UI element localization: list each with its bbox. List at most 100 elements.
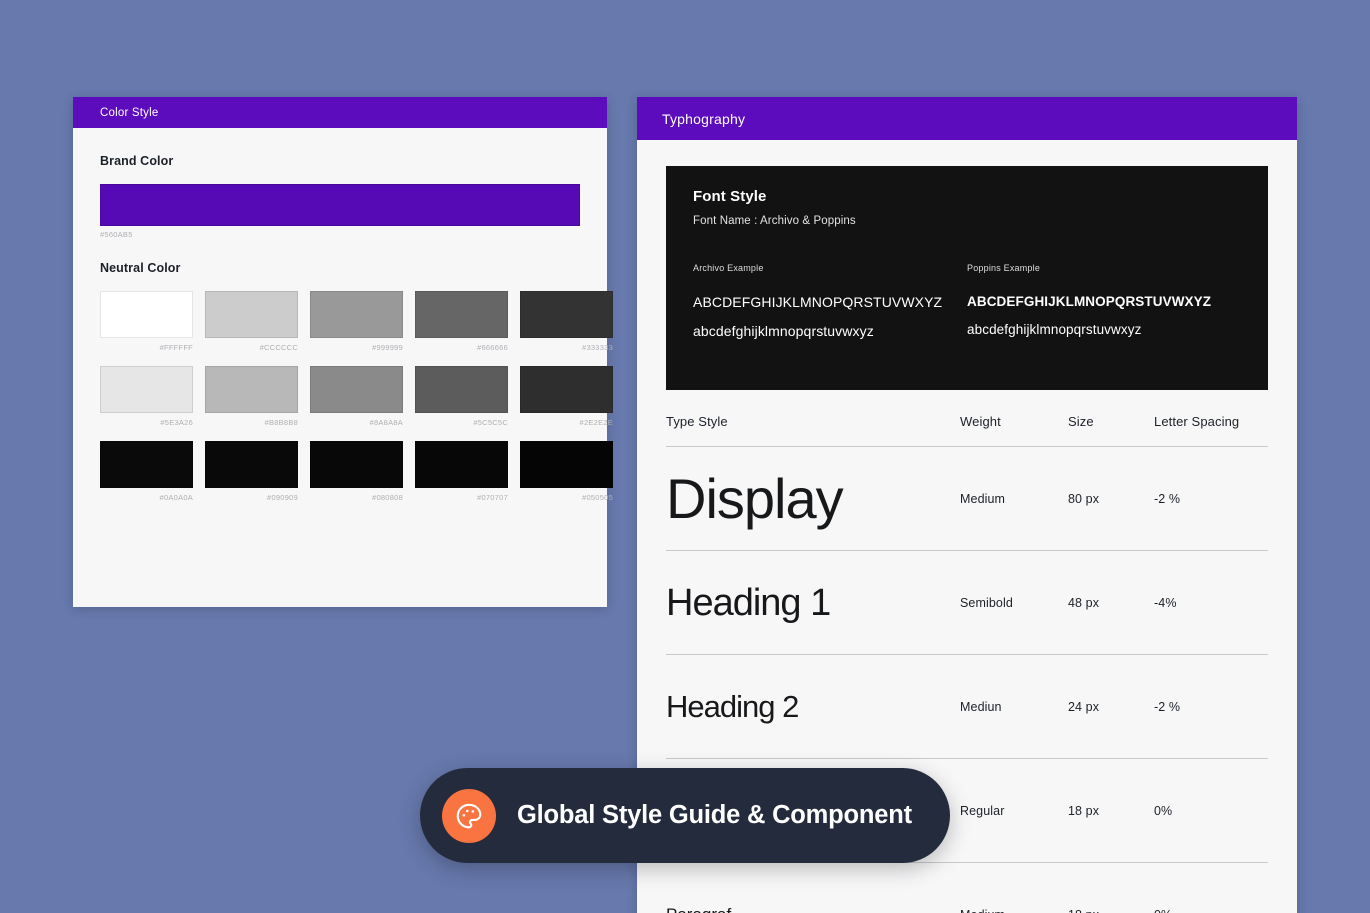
color-swatch-cell[interactable]: #0A0A0A xyxy=(100,441,193,502)
color-swatch-cell[interactable]: #666666 xyxy=(415,291,508,352)
color-swatch-hex-label: #999999 xyxy=(372,343,403,352)
font-style-card-title: Font Style xyxy=(693,188,767,205)
font-example-lowercase: abcdefghijklmnopqrstuvwxyz xyxy=(693,323,874,339)
font-example-column-poppins: Poppins Example ABCDEFGHIJKLMNOPQRSTUVWX… xyxy=(967,263,1241,339)
type-style-size: 18 px xyxy=(1068,908,1154,913)
color-swatch[interactable] xyxy=(520,291,613,338)
type-style-size: 48 px xyxy=(1068,595,1100,610)
brand-color-hex-label: #560AB5 xyxy=(100,230,133,239)
color-swatch-hex-label: #2E2E2E xyxy=(579,418,613,427)
screen-root: Color Style Brand Color #560AB5 Neutral … xyxy=(0,0,1370,913)
palette-icon xyxy=(442,788,496,843)
type-style-sample: Paragraf xyxy=(666,906,960,913)
color-swatch-cell[interactable]: #B8B8B8 xyxy=(205,366,298,427)
color-swatch[interactable] xyxy=(100,366,193,413)
global-style-guide-pill[interactable]: Global Style Guide & Component xyxy=(420,768,950,863)
font-example-lowercase: abcdefghijklmnopqrstuvwxyz xyxy=(967,322,1142,337)
color-swatch-hex-label: #5C5C5C xyxy=(473,418,508,427)
column-header-size: Size xyxy=(1068,414,1094,429)
neutral-color-section-label: Neutral Color xyxy=(100,261,181,275)
color-swatch-cell[interactable]: #070707 xyxy=(415,441,508,502)
color-swatch[interactable] xyxy=(205,291,298,338)
color-swatch[interactable] xyxy=(520,366,613,413)
font-example-label: Archivo Example xyxy=(693,263,764,273)
color-swatch-cell[interactable]: #090909 xyxy=(205,441,298,502)
color-style-panel-body: Brand Color #560AB5 Neutral Color #FFFFF… xyxy=(73,128,613,502)
color-swatch[interactable] xyxy=(310,441,403,488)
column-header-type-style: Type Style xyxy=(666,414,728,429)
color-swatch-hex-label: #050505 xyxy=(582,493,613,502)
color-swatch[interactable] xyxy=(310,291,403,338)
color-style-panel-header: Color Style xyxy=(73,97,607,128)
color-style-panel: Color Style Brand Color #560AB5 Neutral … xyxy=(73,97,613,607)
color-swatch[interactable] xyxy=(415,441,508,488)
font-example-uppercase: ABCDEFGHIJKLMNOPQRSTUVWXYZ xyxy=(693,294,943,310)
font-example-column-archivo: Archivo Example ABCDEFGHIJKLMNOPQRSTUVWX… xyxy=(693,263,967,339)
color-swatch-cell[interactable]: #2E2E2E xyxy=(520,366,613,427)
color-swatch[interactable] xyxy=(415,366,508,413)
column-header-weight: Weight xyxy=(960,414,1001,429)
font-style-card-subtitle: Font Name : Archivo & Poppins xyxy=(693,215,856,227)
color-swatch-cell[interactable]: #050505 xyxy=(520,441,613,502)
color-swatch[interactable] xyxy=(205,366,298,413)
color-swatch-cell[interactable]: #5E3A26 xyxy=(100,366,193,427)
color-swatch-hex-label: #666666 xyxy=(477,343,508,352)
color-swatch-hex-label: #0A0A0A xyxy=(159,493,193,502)
type-style-letter-spacing: 0% xyxy=(1154,908,1268,913)
font-style-card: Font Style Font Name : Archivo & Poppins… xyxy=(666,166,1268,390)
color-swatch[interactable] xyxy=(100,291,193,338)
brand-color-section-label: Brand Color xyxy=(100,154,174,168)
type-style-sample: Heading 1 xyxy=(666,581,831,624)
brand-color-swatch[interactable] xyxy=(100,184,580,226)
color-swatch-cell[interactable]: #5C5C5C xyxy=(415,366,508,427)
type-style-letter-spacing: -2 % xyxy=(1154,491,1181,506)
font-example-columns: Archivo Example ABCDEFGHIJKLMNOPQRSTUVWX… xyxy=(693,263,1241,339)
color-swatch[interactable] xyxy=(310,366,403,413)
color-swatch-cell[interactable]: #CCCCCC xyxy=(205,291,298,352)
color-swatch-cell[interactable]: #333333 xyxy=(520,291,613,352)
typography-panel-header: Typhography xyxy=(637,97,1297,140)
type-style-weight: Mediun xyxy=(960,699,1002,714)
table-row[interactable]: Display Medium 80 px -2 % xyxy=(666,446,1268,550)
color-swatch-cell[interactable]: #999999 xyxy=(310,291,403,352)
color-swatch-cell[interactable]: #080808 xyxy=(310,441,403,502)
type-style-letter-spacing: 0% xyxy=(1154,803,1173,818)
type-style-weight: Regular xyxy=(960,803,1005,818)
color-swatch-hex-label: #5E3A26 xyxy=(160,418,193,427)
type-style-sample: Display xyxy=(666,466,844,530)
color-swatch-hex-label: #080808 xyxy=(372,493,403,502)
type-style-weight: Medium xyxy=(960,908,1068,913)
type-style-weight: Medium xyxy=(960,491,1006,506)
font-example-label: Poppins Example xyxy=(967,263,1041,273)
type-style-sample: Heading 2 xyxy=(666,689,799,724)
type-style-letter-spacing: -2 % xyxy=(1154,699,1181,714)
type-style-size: 80 px xyxy=(1068,491,1100,506)
table-row[interactable]: Heading 1 Semibold 48 px -4% xyxy=(666,550,1268,654)
table-row[interactable]: Heading 2 Mediun 24 px -2 % xyxy=(666,654,1268,758)
neutral-color-grid: #FFFFFF #CCCCCC #999999 #666666 #333333 xyxy=(100,291,613,502)
color-swatch-cell[interactable]: #FFFFFF xyxy=(100,291,193,352)
color-swatch[interactable] xyxy=(205,441,298,488)
color-swatch[interactable] xyxy=(520,441,613,488)
color-swatch[interactable] xyxy=(100,441,193,488)
color-swatch-hex-label: #CCCCCC xyxy=(259,343,298,352)
type-style-table-header: Type Style Weight Size Letter Spacing xyxy=(666,414,1268,446)
color-swatch-hex-label: #070707 xyxy=(477,493,508,502)
typography-panel-title: Typhography xyxy=(662,110,746,127)
table-row[interactable]: Paragraf Medium 18 px 0% xyxy=(666,862,1268,913)
color-swatch-hex-label: #B8B8B8 xyxy=(264,418,298,427)
color-swatch-hex-label: #333333 xyxy=(582,343,613,352)
color-style-panel-title: Color Style xyxy=(100,106,159,119)
color-swatch-hex-label: #090909 xyxy=(267,493,298,502)
type-style-size: 18 px xyxy=(1068,803,1100,818)
color-swatch[interactable] xyxy=(415,291,508,338)
type-style-weight: Semibold xyxy=(960,595,1013,610)
type-style-letter-spacing: -4% xyxy=(1154,595,1177,610)
color-swatch-hex-label: #8A8A8A xyxy=(369,418,403,427)
column-header-letter-spacing: Letter Spacing xyxy=(1154,414,1240,429)
color-swatch-hex-label: #FFFFFF xyxy=(159,343,193,352)
color-swatch-cell[interactable]: #8A8A8A xyxy=(310,366,403,427)
global-style-guide-pill-label: Global Style Guide & Component xyxy=(517,801,912,829)
type-style-size: 24 px xyxy=(1068,699,1100,714)
font-example-uppercase: ABCDEFGHIJKLMNOPQRSTUVWXYZ xyxy=(967,294,1212,309)
